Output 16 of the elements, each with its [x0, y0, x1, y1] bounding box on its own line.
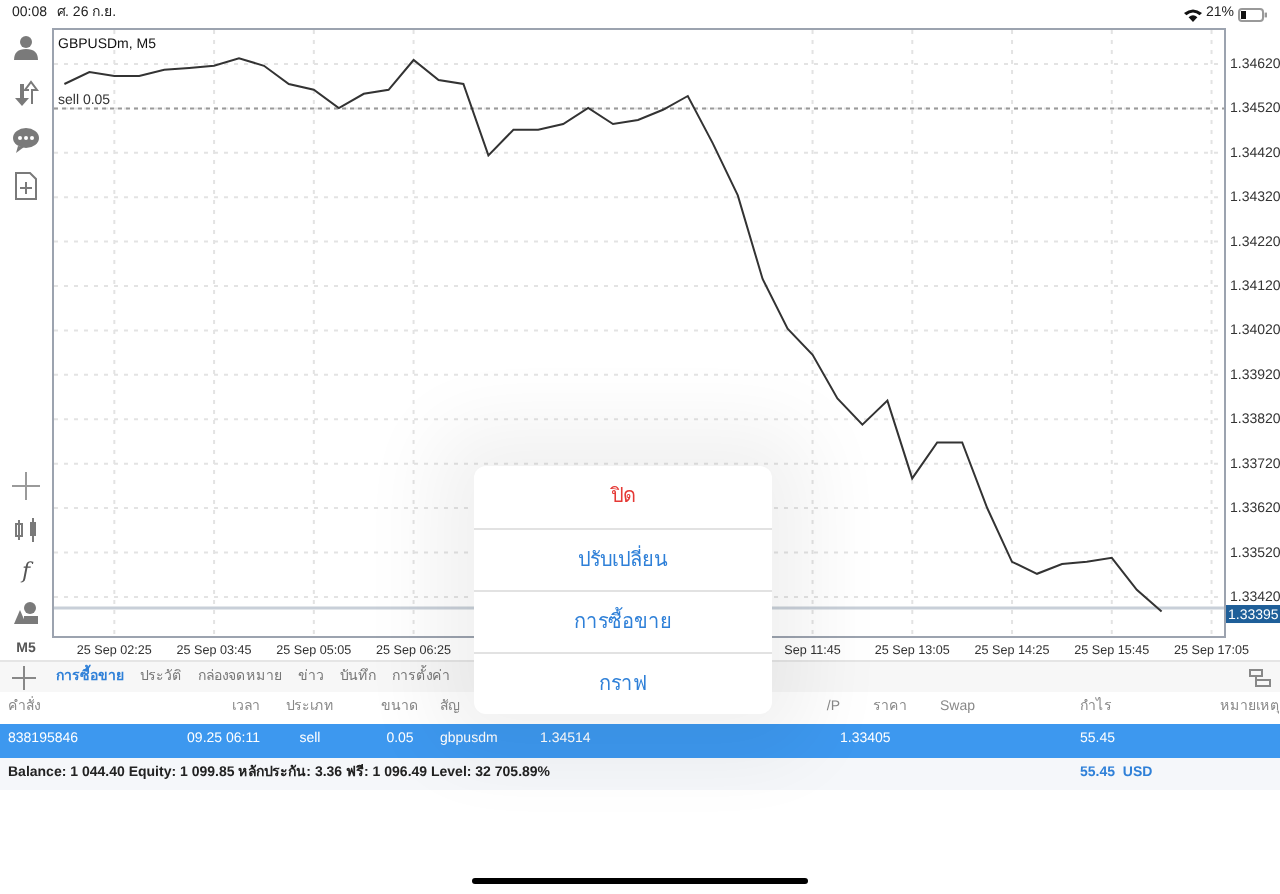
wifi-icon	[1183, 7, 1202, 21]
action-sheet-item[interactable]: ปิด	[474, 466, 772, 528]
candlestick-icon[interactable]	[12, 516, 40, 544]
layout-icon[interactable]	[1248, 667, 1272, 687]
chat-icon[interactable]	[12, 126, 40, 154]
new-document-icon[interactable]	[12, 172, 40, 200]
indicators-button[interactable]: f	[21, 560, 31, 582]
account-icon[interactable]	[12, 34, 40, 62]
crosshair-icon[interactable]	[12, 472, 40, 500]
action-sheet-item[interactable]: การซื้อขาย	[474, 590, 772, 652]
action-sheet-item[interactable]: กราฟ	[474, 652, 772, 714]
objects-icon[interactable]	[12, 598, 40, 626]
battery-icon	[1238, 7, 1268, 21]
trade-arrows-icon[interactable]	[12, 80, 40, 108]
add-icon[interactable]	[12, 665, 36, 689]
action-sheet-item[interactable]: ปรับเปลี่ยน	[474, 528, 772, 590]
